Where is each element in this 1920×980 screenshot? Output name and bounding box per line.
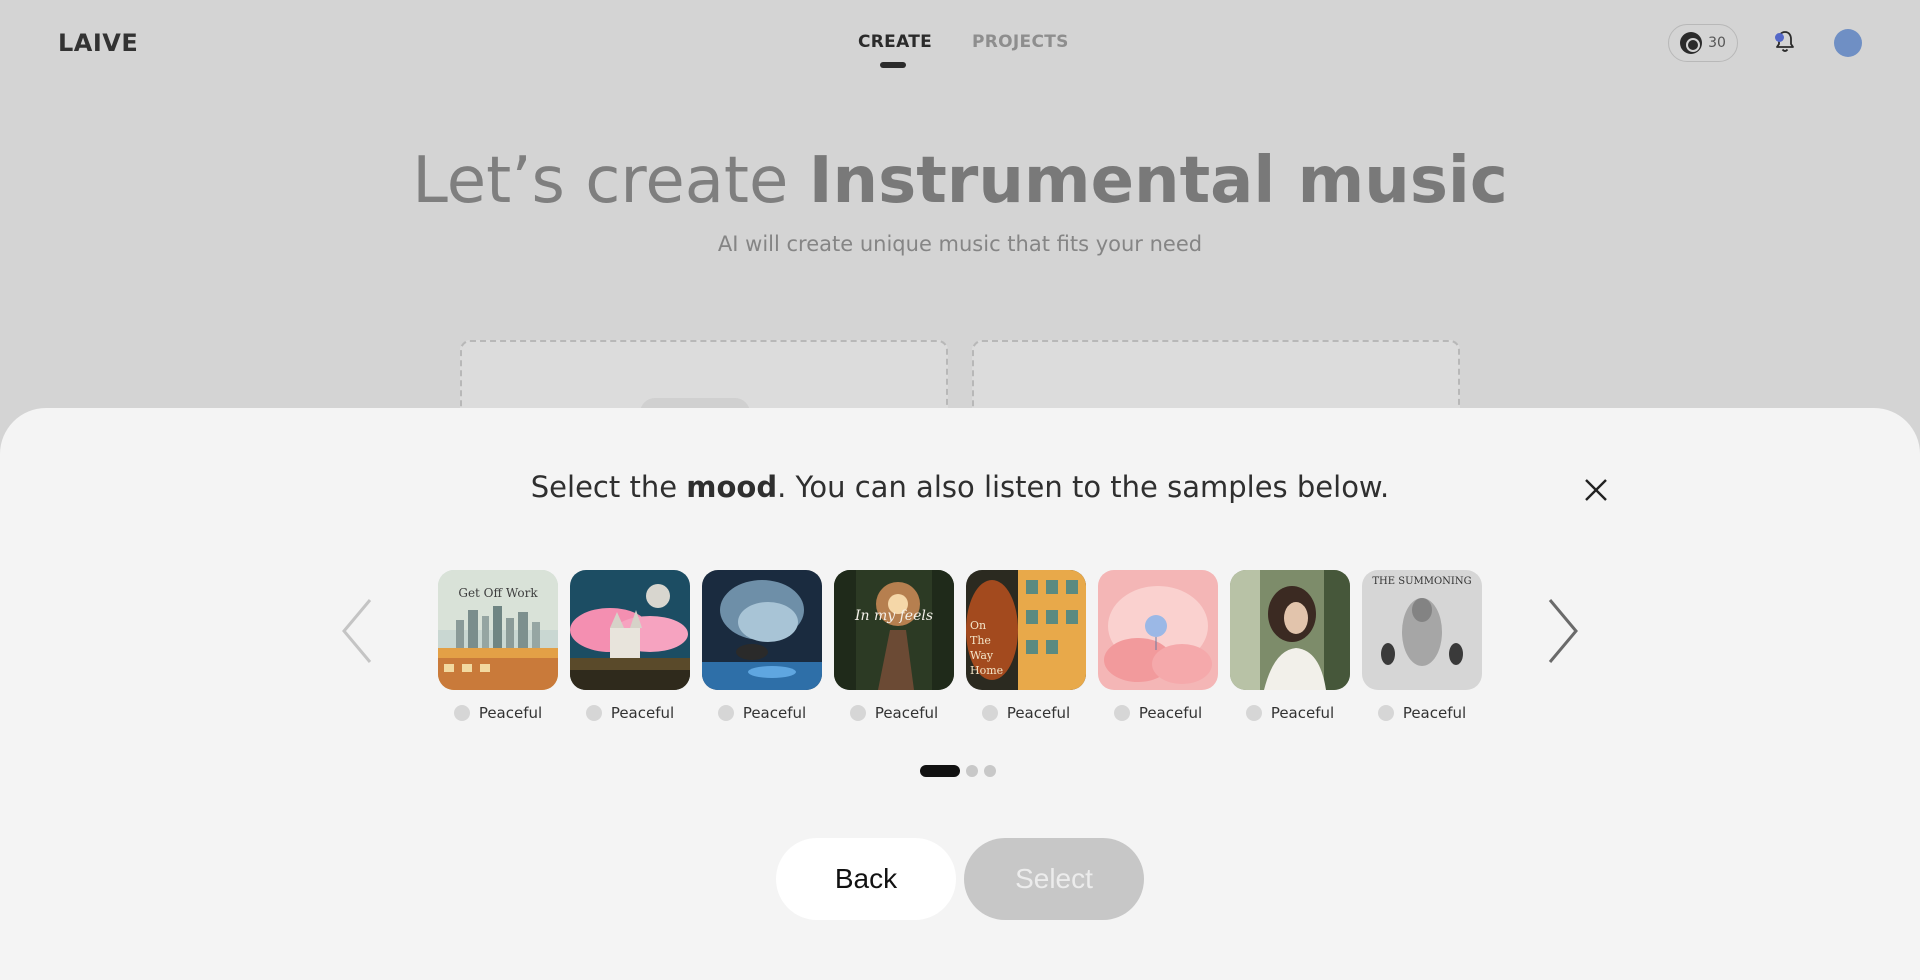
mood-card[interactable]: Peaceful (1230, 570, 1350, 722)
top-navigation-bar: LAIVE CREATE PROJECTS 30 (0, 0, 1920, 86)
mood-cover-image[interactable]: In my feels (834, 570, 954, 690)
mood-cover-image[interactable] (1098, 570, 1218, 690)
mood-option[interactable]: Peaceful (570, 704, 690, 722)
mood-card[interactable]: THE SUMMONING Peaceful (1362, 570, 1482, 722)
mood-cover-title: THE SUMMONING (1372, 576, 1472, 587)
mood-radio[interactable] (1113, 705, 1130, 721)
mood-option[interactable]: Peaceful (834, 704, 954, 722)
mood-cover-image[interactable] (1230, 570, 1350, 690)
mood-carousel: Get Off Work Peaceful Peaceful Peaceful … (438, 570, 1482, 722)
sheet-title-pre: Select the (530, 470, 687, 504)
pagination-dot-3[interactable] (984, 765, 996, 777)
mood-card[interactable]: Peaceful (1098, 570, 1218, 722)
mood-option[interactable]: Peaceful (1362, 704, 1482, 722)
sheet-title: Select the mood. You can also listen to … (0, 470, 1920, 504)
avatar[interactable] (1834, 29, 1862, 57)
mood-radio[interactable] (585, 705, 602, 721)
mood-label: Peaceful (874, 704, 939, 722)
mood-card[interactable]: Peaceful (702, 570, 822, 722)
mood-radio[interactable] (717, 705, 734, 721)
page-title-light: Let’s create (412, 144, 809, 218)
mood-radio[interactable] (1377, 705, 1394, 721)
sheet-title-bold: mood (686, 470, 778, 504)
mood-option[interactable]: Peaceful (702, 704, 822, 722)
carousel-pagination (920, 765, 996, 777)
mood-radio[interactable] (981, 705, 998, 721)
close-icon[interactable] (1582, 476, 1610, 504)
mood-cover-title: In my feels (854, 608, 934, 624)
main-tabs: CREATE PROJECTS (858, 32, 1069, 52)
mood-cover-image[interactable] (570, 570, 690, 690)
chevron-right-icon[interactable] (1542, 596, 1582, 666)
select-button[interactable]: Select (964, 838, 1144, 920)
mood-cover-image[interactable]: Get Off Work (438, 570, 558, 690)
mood-option[interactable]: Peaceful (1098, 704, 1218, 722)
mood-cover-title: On The Way Home (970, 619, 1004, 677)
back-button[interactable]: Back (776, 838, 956, 920)
mood-label: Peaceful (742, 704, 807, 722)
mood-label: Peaceful (1402, 704, 1467, 722)
page-subtitle: AI will create unique music that fits yo… (717, 232, 1203, 256)
credits-disc-icon (1680, 32, 1703, 54)
mood-selection-sheet: Select the mood. You can also listen to … (0, 408, 1920, 980)
mood-label: Peaceful (1006, 704, 1071, 722)
mood-cover-image[interactable]: THE SUMMONING (1362, 570, 1482, 690)
mood-card[interactable]: Get Off Work Peaceful (438, 570, 558, 722)
tab-create[interactable]: CREATE (858, 32, 932, 52)
tab-projects[interactable]: PROJECTS (972, 32, 1069, 52)
mood-cover-image[interactable]: On The Way Home (966, 570, 1086, 690)
mood-radio[interactable] (1245, 705, 1262, 721)
notification-dot (1775, 33, 1784, 42)
mood-cover-image[interactable] (702, 570, 822, 690)
mood-card[interactable]: On The Way Home Peaceful (966, 570, 1086, 722)
mood-cover-title: Get Off Work (458, 586, 538, 600)
mood-label: Peaceful (1270, 704, 1335, 722)
app-logo[interactable]: LAIVE (58, 29, 138, 57)
page-title: Let’s create Instrumental music (0, 144, 1920, 218)
active-tab-indicator (880, 62, 906, 68)
credits-count: 30 (1708, 35, 1726, 51)
mood-option[interactable]: Peaceful (438, 704, 558, 722)
mood-option[interactable]: Peaceful (1230, 704, 1350, 722)
pagination-dot-1[interactable] (920, 765, 960, 777)
mood-card[interactable]: Peaceful (570, 570, 690, 722)
sheet-title-post: . You can also listen to the samples bel… (777, 470, 1390, 504)
chevron-left-icon[interactable] (338, 596, 378, 666)
mood-label: Peaceful (610, 704, 675, 722)
pagination-dot-2[interactable] (966, 765, 978, 777)
credits-badge[interactable]: 30 (1668, 24, 1738, 62)
mood-label: Peaceful (1138, 704, 1203, 722)
mood-radio[interactable] (849, 705, 866, 721)
page-title-bold: Instrumental music (808, 144, 1508, 218)
mood-card[interactable]: In my feels Peaceful (834, 570, 954, 722)
mood-option[interactable]: Peaceful (966, 704, 1086, 722)
mood-radio[interactable] (453, 705, 470, 721)
mood-label: Peaceful (478, 704, 543, 722)
